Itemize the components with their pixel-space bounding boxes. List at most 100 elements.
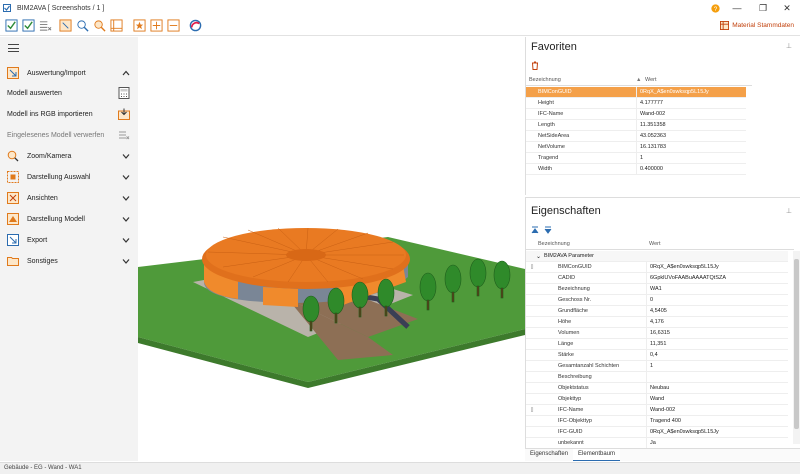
sidebar-item-auswertung-import[interactable]: Auswertung/Import: [0, 63, 138, 83]
row-value: 4,5405: [646, 305, 667, 317]
bookmark-icon[interactable]: ▯: [526, 264, 538, 270]
table-row[interactable]: IFC-Objekttyp Tragend 400: [526, 415, 788, 427]
sidebar-item-export[interactable]: Export: [0, 230, 138, 250]
row-value: Wand-002: [646, 404, 675, 416]
zoom-select-icon[interactable]: [92, 18, 106, 32]
sidebar-item-darstellung-modell[interactable]: Darstellung Modell: [0, 209, 138, 229]
zoom-fit-icon[interactable]: [75, 18, 89, 32]
collapse-minus-icon[interactable]: [166, 18, 180, 32]
table-row[interactable]: Länge 11,351: [526, 338, 788, 350]
table-row[interactable]: CADID 6GpklUVoFAABuAAAATQtSZA: [526, 272, 788, 284]
toolbar: Material Stammdaten: [0, 16, 800, 36]
chevron-down-icon: [122, 175, 130, 180]
row-name: Grundfläche: [558, 308, 588, 314]
table-row[interactable]: IFC-Name Wand-002: [526, 108, 746, 120]
sync-logo-icon[interactable]: [188, 18, 202, 32]
views-icon: [7, 192, 19, 204]
table-row[interactable]: Length 11.351358: [526, 119, 746, 131]
table-row[interactable]: Bezeichnung WA1: [526, 283, 788, 295]
table-row[interactable]: ▯ IFC-Name Wand-002: [526, 404, 788, 416]
table-row[interactable]: Gesamtanzahl Schichten 1: [526, 360, 788, 372]
sidebar-item-darstellung-auswahl[interactable]: Darstellung Auswahl: [0, 167, 138, 187]
check-list-icon[interactable]: [4, 18, 18, 32]
row-name: Gesamtanzahl Schichten: [558, 363, 620, 369]
favoriten-grid-header: Bezeichnung ▲ Wert: [526, 75, 752, 86]
favorite-star-icon[interactable]: [132, 18, 146, 32]
table-row[interactable]: Objekttyp Wand: [526, 393, 788, 405]
table-row[interactable]: ▯ BIMConGUID 0RqX_A$en0swksqp5L15Jy: [526, 261, 788, 273]
row-name: IFC-GUID: [558, 429, 583, 435]
bookmark-icon[interactable]: ▯: [526, 407, 538, 413]
tab-elementbaum[interactable]: Elementbaum: [573, 449, 621, 461]
table-row[interactable]: Grundfläche 4,5405: [526, 305, 788, 317]
chevron-down-icon[interactable]: ⌄: [526, 253, 541, 260]
favoriten-grid: BIMConGUID 0RqX_A$en0swksqp5L15Jy Height 4…: [526, 86, 746, 175]
row-name: IFC-Objekttyp: [558, 418, 592, 424]
sidebar-item-label: Auswertung/Import: [27, 69, 86, 77]
delete-icon[interactable]: [531, 61, 539, 70]
table-row[interactable]: Höhe 4,176: [526, 316, 788, 328]
window-title: BIM2AVA [ Screenshots / 1 ]: [17, 4, 105, 12]
row-value: 11,351: [646, 338, 666, 350]
restore-button[interactable]: ❐: [752, 0, 774, 16]
row-name: Tragend: [538, 155, 559, 161]
column-header-bezeichnung[interactable]: Bezeichnung: [526, 241, 646, 247]
close-button[interactable]: ✕: [776, 0, 798, 16]
column-header-wert[interactable]: Wert: [642, 77, 657, 83]
vertical-scrollbar[interactable]: [793, 251, 800, 444]
table-row[interactable]: NetSideArea 43.052363: [526, 130, 746, 142]
sidebar-item-sonstiges[interactable]: Sonstiges: [0, 251, 138, 271]
building-model-render[interactable]: [138, 37, 525, 461]
row-name: BIMConGUID: [558, 264, 592, 270]
panel-tabs: Eigenschaften Elementbaum: [525, 448, 800, 461]
column-header-wert[interactable]: Wert: [646, 241, 661, 247]
table-row[interactable]: IFC-GUID 0RqX_A$en0swksqp5L15Jy: [526, 426, 788, 438]
table-row[interactable]: Tragend 1: [526, 152, 746, 164]
export-icon: [7, 234, 19, 246]
sidebar-item-label: Modell auswerten: [7, 89, 62, 97]
minimize-button[interactable]: —: [726, 0, 748, 16]
row-name: IFC-Name: [538, 111, 564, 117]
sidebar-item-modell-verwerfen[interactable]: Eingelesenes Modell verwerfen: [0, 125, 138, 145]
sidebar-item-zoom-kamera[interactable]: Zoom/Kamera: [0, 146, 138, 166]
pin-icon[interactable]: ⊥: [786, 207, 792, 215]
chevron-down-icon: [122, 154, 130, 159]
row-value: 11.351358: [636, 119, 666, 131]
collapse-all-icon[interactable]: [544, 226, 552, 234]
table-row[interactable]: Volumen 16,6315: [526, 327, 788, 339]
sidebar-item-label: Zoom/Kamera: [27, 152, 72, 160]
sidebar-item-ansichten[interactable]: Ansichten: [0, 188, 138, 208]
grid-view-icon[interactable]: [109, 18, 123, 32]
table-row[interactable]: Height 4.177777: [526, 97, 746, 109]
row-name: Geschoss Nr.: [558, 297, 592, 303]
expand-plus-icon[interactable]: [149, 18, 163, 32]
table-row[interactable]: Beschreibung: [526, 371, 788, 383]
table-row[interactable]: Objektstatus Neubau: [526, 382, 788, 394]
row-value: 4,176: [646, 316, 664, 328]
row-value: 0RqX_A$en0swksqp5L15Jy: [646, 261, 719, 273]
menu-icon[interactable]: [8, 44, 19, 52]
sidebar-item-modell-importieren[interactable]: Modell ins RGB importieren: [0, 104, 138, 124]
app-logo-icon: [3, 4, 11, 12]
expand-all-icon[interactable]: [531, 226, 539, 234]
row-value: 0: [646, 294, 653, 306]
pin-icon[interactable]: ⊥: [786, 42, 792, 50]
column-header-bezeichnung[interactable]: Bezeichnung: [526, 77, 636, 83]
select-box-icon[interactable]: [58, 18, 72, 32]
table-row[interactable]: BIMConGUID 0RqX_A$en0swksqp5L15Jy: [526, 86, 746, 98]
tab-eigenschaften[interactable]: Eigenschaften: [525, 449, 573, 461]
scrollbar-thumb[interactable]: [794, 259, 799, 429]
row-name: Höhe: [558, 319, 572, 325]
3d-viewport[interactable]: [138, 37, 525, 461]
table-row[interactable]: NetVolume 16.131783: [526, 141, 746, 153]
table-row[interactable]: Width 0.400000: [526, 163, 746, 175]
list-remove-icon[interactable]: [38, 18, 52, 32]
table-row[interactable]: Stärke 0,4: [526, 349, 788, 361]
table-row[interactable]: Geschoss Nr. 0: [526, 294, 788, 306]
material-stammdaten-button[interactable]: Material Stammdaten: [720, 21, 794, 30]
help-icon[interactable]: ?: [704, 0, 726, 16]
sidebar-item-modell-auswerten[interactable]: Modell auswerten: [0, 83, 138, 103]
check-all-icon[interactable]: [21, 18, 35, 32]
row-name: Stärke: [558, 352, 574, 358]
group-row-bim2ava-parameter[interactable]: ⌄ BIM2AVA Parameter: [526, 251, 788, 262]
